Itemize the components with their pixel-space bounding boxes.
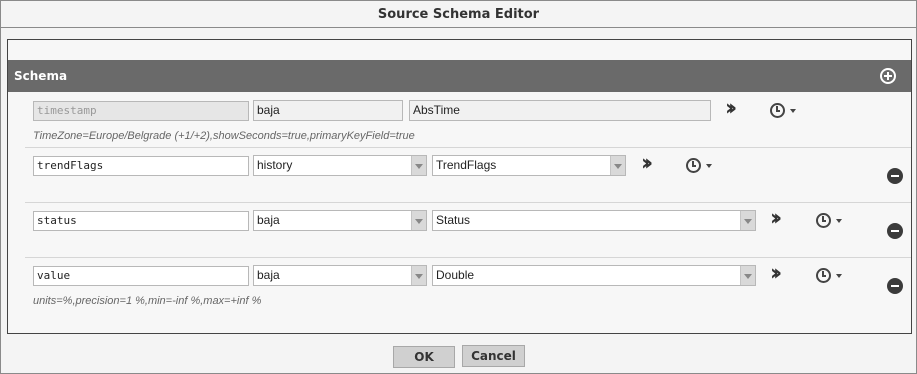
type-field: AbsTime (409, 100, 711, 121)
column-facets: TimeZone=Europe/Belgrade (+1/+2),showSec… (33, 130, 415, 142)
source-schema-editor-dialog: Source Schema Editor Schema timestamp ba… (0, 0, 917, 374)
chevron-down-icon (740, 211, 755, 230)
module-field: baja (253, 100, 403, 121)
type-select-value: Status (436, 213, 471, 227)
double-chevron-right-icon[interactable]: ›› (770, 263, 788, 285)
module-select[interactable]: history (253, 155, 427, 176)
caret-down-icon[interactable] (836, 219, 842, 223)
remove-column-button[interactable] (887, 278, 903, 294)
caret-down-icon[interactable] (706, 164, 712, 168)
column-name-input[interactable]: trendFlags (33, 156, 249, 176)
module-select-value: history (257, 158, 293, 172)
double-chevron-right-icon[interactable]: ›› (770, 208, 788, 230)
type-select[interactable]: Double (432, 265, 756, 286)
schema-row-value: value baja Double ›› units=%,precision=1… (25, 259, 911, 313)
module-select[interactable]: baja (253, 210, 427, 231)
double-chevron-right-icon[interactable]: ›› (641, 153, 659, 175)
chevron-down-icon (411, 211, 426, 230)
clock-icon[interactable] (816, 213, 831, 228)
type-select-value: TrendFlags (436, 158, 497, 172)
column-name-field: timestamp (33, 101, 249, 121)
module-select-value: baja (257, 268, 280, 282)
clock-icon[interactable] (770, 103, 785, 118)
chevron-down-icon (411, 266, 426, 285)
caret-down-icon[interactable] (836, 274, 842, 278)
schema-row-timestamp: timestamp baja AbsTime ›› TimeZone=Europ… (25, 94, 911, 148)
chevron-down-icon (411, 156, 426, 175)
schema-header-label: Schema (14, 69, 68, 83)
add-column-button[interactable] (880, 68, 896, 84)
clock-icon[interactable] (816, 268, 831, 283)
type-select[interactable]: Status (432, 210, 756, 231)
ok-button[interactable]: OK (393, 346, 455, 368)
column-name-input[interactable]: value (33, 266, 249, 286)
type-select[interactable]: TrendFlags (432, 155, 626, 176)
dialog-title: Source Schema Editor (1, 1, 916, 28)
clock-icon[interactable] (686, 158, 701, 173)
module-select-value: baja (257, 213, 280, 227)
type-select-value: Double (436, 268, 475, 282)
chevron-down-icon (610, 156, 625, 175)
module-select[interactable]: baja (253, 265, 427, 286)
cancel-button[interactable]: Cancel (462, 345, 525, 367)
remove-column-button[interactable] (887, 223, 903, 239)
schema-panel: Schema timestamp baja AbsTime ›› TimeZon… (7, 39, 912, 334)
double-chevron-right-icon[interactable]: ›› (725, 98, 743, 120)
column-facets: units=%,precision=1 %,min=-inf %,max=+in… (33, 295, 262, 307)
schema-row-status: status baja Status ›› (25, 204, 911, 258)
schema-header: Schema (8, 60, 911, 92)
chevron-down-icon (740, 266, 755, 285)
remove-column-button[interactable] (887, 168, 903, 184)
column-name-input[interactable]: status (33, 211, 249, 231)
caret-down-icon[interactable] (790, 109, 796, 113)
schema-row-trendflags: trendFlags history TrendFlags ›› (25, 149, 911, 203)
